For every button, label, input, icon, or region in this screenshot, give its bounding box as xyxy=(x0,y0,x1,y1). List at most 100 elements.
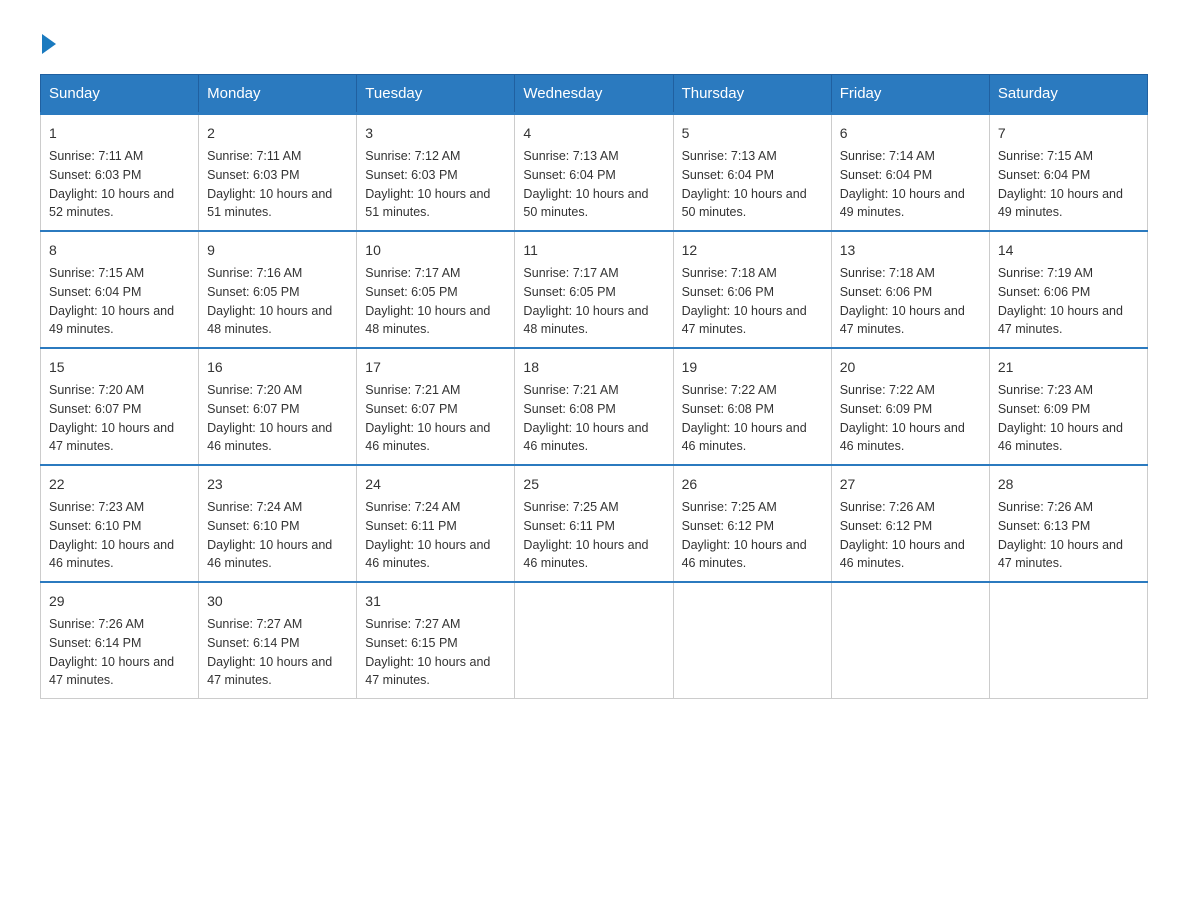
day-daylight: Daylight: 10 hours and 47 minutes. xyxy=(365,655,490,688)
calendar-day-cell: 14 Sunrise: 7:19 AM Sunset: 6:06 PM Dayl… xyxy=(989,231,1147,348)
calendar-day-header: Tuesday xyxy=(357,75,515,114)
day-sunrise: Sunrise: 7:27 AM xyxy=(207,617,302,631)
calendar-day-cell xyxy=(831,582,989,699)
day-daylight: Daylight: 10 hours and 46 minutes. xyxy=(523,538,648,571)
calendar-day-header: Wednesday xyxy=(515,75,673,114)
day-daylight: Daylight: 10 hours and 49 minutes. xyxy=(49,304,174,337)
day-sunrise: Sunrise: 7:11 AM xyxy=(207,149,301,163)
day-daylight: Daylight: 10 hours and 47 minutes. xyxy=(49,421,174,454)
day-sunset: Sunset: 6:11 PM xyxy=(523,519,615,533)
day-number: 8 xyxy=(49,240,190,261)
day-sunrise: Sunrise: 7:26 AM xyxy=(49,617,144,631)
day-sunrise: Sunrise: 7:13 AM xyxy=(523,149,618,163)
day-daylight: Daylight: 10 hours and 46 minutes. xyxy=(365,538,490,571)
day-number: 18 xyxy=(523,357,664,378)
calendar-week-row: 22 Sunrise: 7:23 AM Sunset: 6:10 PM Dayl… xyxy=(41,465,1148,582)
day-sunrise: Sunrise: 7:25 AM xyxy=(682,500,777,514)
calendar-day-cell: 21 Sunrise: 7:23 AM Sunset: 6:09 PM Dayl… xyxy=(989,348,1147,465)
day-sunrise: Sunrise: 7:23 AM xyxy=(49,500,144,514)
calendar-week-row: 15 Sunrise: 7:20 AM Sunset: 6:07 PM Dayl… xyxy=(41,348,1148,465)
day-daylight: Daylight: 10 hours and 47 minutes. xyxy=(998,538,1123,571)
day-number: 6 xyxy=(840,123,981,144)
day-sunrise: Sunrise: 7:15 AM xyxy=(49,266,144,280)
day-number: 23 xyxy=(207,474,348,495)
day-sunrise: Sunrise: 7:24 AM xyxy=(207,500,302,514)
day-daylight: Daylight: 10 hours and 48 minutes. xyxy=(523,304,648,337)
calendar-day-header: Monday xyxy=(199,75,357,114)
day-sunset: Sunset: 6:03 PM xyxy=(49,168,141,182)
day-sunrise: Sunrise: 7:18 AM xyxy=(840,266,935,280)
calendar-day-cell: 29 Sunrise: 7:26 AM Sunset: 6:14 PM Dayl… xyxy=(41,582,199,699)
day-daylight: Daylight: 10 hours and 51 minutes. xyxy=(365,187,490,220)
day-number: 27 xyxy=(840,474,981,495)
day-sunset: Sunset: 6:12 PM xyxy=(840,519,932,533)
day-number: 29 xyxy=(49,591,190,612)
day-sunset: Sunset: 6:09 PM xyxy=(998,402,1090,416)
day-number: 30 xyxy=(207,591,348,612)
day-daylight: Daylight: 10 hours and 49 minutes. xyxy=(840,187,965,220)
day-daylight: Daylight: 10 hours and 50 minutes. xyxy=(523,187,648,220)
day-sunrise: Sunrise: 7:20 AM xyxy=(49,383,144,397)
calendar-header-row: SundayMondayTuesdayWednesdayThursdayFrid… xyxy=(41,75,1148,114)
day-number: 16 xyxy=(207,357,348,378)
day-sunrise: Sunrise: 7:18 AM xyxy=(682,266,777,280)
day-daylight: Daylight: 10 hours and 47 minutes. xyxy=(998,304,1123,337)
day-daylight: Daylight: 10 hours and 47 minutes. xyxy=(49,655,174,688)
calendar-day-cell: 26 Sunrise: 7:25 AM Sunset: 6:12 PM Dayl… xyxy=(673,465,831,582)
day-sunset: Sunset: 6:08 PM xyxy=(682,402,774,416)
calendar-day-cell: 15 Sunrise: 7:20 AM Sunset: 6:07 PM Dayl… xyxy=(41,348,199,465)
day-sunset: Sunset: 6:11 PM xyxy=(365,519,457,533)
calendar-day-cell: 30 Sunrise: 7:27 AM Sunset: 6:14 PM Dayl… xyxy=(199,582,357,699)
calendar-day-cell: 5 Sunrise: 7:13 AM Sunset: 6:04 PM Dayli… xyxy=(673,114,831,232)
day-sunrise: Sunrise: 7:22 AM xyxy=(840,383,935,397)
logo xyxy=(40,30,56,54)
day-daylight: Daylight: 10 hours and 46 minutes. xyxy=(523,421,648,454)
day-sunset: Sunset: 6:04 PM xyxy=(49,285,141,299)
day-sunset: Sunset: 6:10 PM xyxy=(49,519,141,533)
calendar-day-cell: 23 Sunrise: 7:24 AM Sunset: 6:10 PM Dayl… xyxy=(199,465,357,582)
calendar-week-row: 29 Sunrise: 7:26 AM Sunset: 6:14 PM Dayl… xyxy=(41,582,1148,699)
calendar-day-cell: 1 Sunrise: 7:11 AM Sunset: 6:03 PM Dayli… xyxy=(41,114,199,232)
day-sunset: Sunset: 6:04 PM xyxy=(682,168,774,182)
day-number: 17 xyxy=(365,357,506,378)
calendar-day-header: Thursday xyxy=(673,75,831,114)
day-sunset: Sunset: 6:09 PM xyxy=(840,402,932,416)
day-daylight: Daylight: 10 hours and 48 minutes. xyxy=(365,304,490,337)
day-number: 26 xyxy=(682,474,823,495)
calendar-day-cell xyxy=(515,582,673,699)
calendar-day-cell: 8 Sunrise: 7:15 AM Sunset: 6:04 PM Dayli… xyxy=(41,231,199,348)
calendar-day-cell xyxy=(673,582,831,699)
day-sunrise: Sunrise: 7:24 AM xyxy=(365,500,460,514)
day-number: 12 xyxy=(682,240,823,261)
day-sunrise: Sunrise: 7:19 AM xyxy=(998,266,1093,280)
calendar-day-cell: 31 Sunrise: 7:27 AM Sunset: 6:15 PM Dayl… xyxy=(357,582,515,699)
day-daylight: Daylight: 10 hours and 46 minutes. xyxy=(365,421,490,454)
day-sunset: Sunset: 6:06 PM xyxy=(998,285,1090,299)
day-sunset: Sunset: 6:06 PM xyxy=(682,285,774,299)
calendar-day-header: Friday xyxy=(831,75,989,114)
calendar-day-cell: 16 Sunrise: 7:20 AM Sunset: 6:07 PM Dayl… xyxy=(199,348,357,465)
day-sunrise: Sunrise: 7:17 AM xyxy=(523,266,618,280)
calendar-day-cell: 20 Sunrise: 7:22 AM Sunset: 6:09 PM Dayl… xyxy=(831,348,989,465)
calendar-day-cell: 18 Sunrise: 7:21 AM Sunset: 6:08 PM Dayl… xyxy=(515,348,673,465)
calendar-week-row: 8 Sunrise: 7:15 AM Sunset: 6:04 PM Dayli… xyxy=(41,231,1148,348)
day-daylight: Daylight: 10 hours and 46 minutes. xyxy=(682,538,807,571)
day-number: 2 xyxy=(207,123,348,144)
day-sunrise: Sunrise: 7:17 AM xyxy=(365,266,460,280)
day-daylight: Daylight: 10 hours and 46 minutes. xyxy=(840,421,965,454)
day-sunset: Sunset: 6:04 PM xyxy=(523,168,615,182)
day-sunrise: Sunrise: 7:25 AM xyxy=(523,500,618,514)
calendar-week-row: 1 Sunrise: 7:11 AM Sunset: 6:03 PM Dayli… xyxy=(41,114,1148,232)
calendar-day-cell: 27 Sunrise: 7:26 AM Sunset: 6:12 PM Dayl… xyxy=(831,465,989,582)
day-sunset: Sunset: 6:14 PM xyxy=(207,636,299,650)
day-number: 7 xyxy=(998,123,1139,144)
day-number: 10 xyxy=(365,240,506,261)
day-sunset: Sunset: 6:15 PM xyxy=(365,636,457,650)
calendar-day-cell: 25 Sunrise: 7:25 AM Sunset: 6:11 PM Dayl… xyxy=(515,465,673,582)
calendar-day-cell: 19 Sunrise: 7:22 AM Sunset: 6:08 PM Dayl… xyxy=(673,348,831,465)
day-sunset: Sunset: 6:07 PM xyxy=(365,402,457,416)
day-sunrise: Sunrise: 7:22 AM xyxy=(682,383,777,397)
day-sunrise: Sunrise: 7:12 AM xyxy=(365,149,460,163)
day-daylight: Daylight: 10 hours and 49 minutes. xyxy=(998,187,1123,220)
calendar-day-cell: 28 Sunrise: 7:26 AM Sunset: 6:13 PM Dayl… xyxy=(989,465,1147,582)
